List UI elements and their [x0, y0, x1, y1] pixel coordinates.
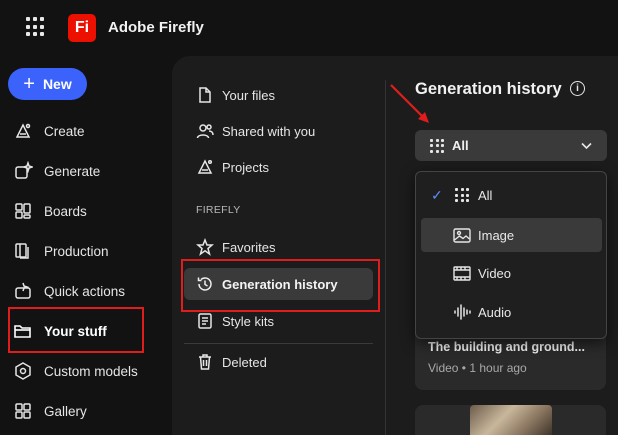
people-icon — [196, 122, 214, 140]
production-icon — [12, 240, 34, 262]
nav-item-label: Production — [44, 243, 109, 259]
filter-option-label: All — [478, 187, 493, 203]
app-title[interactable]: Adobe Firefly — [108, 19, 204, 36]
card-title: The building and ground... — [428, 340, 585, 354]
create-icon — [12, 120, 34, 142]
nav-item-label: Custom models — [44, 363, 138, 379]
card-thumbnail — [470, 405, 552, 435]
chevron-down-icon — [581, 142, 592, 150]
nav-item-custom-models[interactable]: Custom models — [12, 356, 138, 386]
filter-option-all[interactable]: ✓ All — [421, 178, 602, 212]
divider — [184, 343, 373, 344]
files-item-label: Shared with you — [222, 123, 316, 139]
files-item-favorites[interactable]: Favorites — [196, 233, 275, 261]
files-item-shared[interactable]: Shared with you — [196, 117, 315, 145]
filter-option-label: Video — [478, 265, 512, 281]
nav-item-label: Boards — [44, 203, 87, 219]
nav-item-quick-actions[interactable]: Quick actions — [12, 276, 125, 306]
filter-option-label: Audio — [478, 304, 512, 320]
boards-icon — [12, 200, 34, 222]
nav-item-create[interactable]: Create — [12, 116, 85, 146]
panel-divider — [385, 80, 386, 435]
files-item-label: Deleted — [222, 354, 267, 370]
files-item-label: Your files — [222, 87, 275, 103]
video-icon — [453, 265, 471, 281]
file-icon — [196, 86, 214, 104]
annotation-arrow — [390, 84, 429, 123]
files-item-label: Favorites — [222, 239, 276, 255]
files-item-style-kits[interactable]: Style kits — [196, 307, 274, 335]
filter-option-video[interactable]: Video — [421, 256, 602, 290]
plus-icon: + — [23, 73, 35, 95]
app-switcher-icon[interactable] — [26, 17, 46, 37]
quick-actions-icon — [12, 280, 34, 302]
grid-icon — [453, 187, 471, 203]
info-icon[interactable]: i — [570, 81, 585, 96]
image-icon — [453, 227, 471, 243]
filter-option-image[interactable]: Image — [421, 218, 602, 252]
files-item-label: Projects — [222, 159, 269, 175]
annotation-box-your-stuff — [8, 307, 144, 353]
style-kits-icon — [196, 312, 214, 330]
files-item-deleted[interactable]: Deleted — [196, 348, 267, 376]
new-button[interactable]: + New — [8, 68, 87, 100]
nav-item-generate[interactable]: Generate — [12, 156, 100, 186]
generate-icon — [12, 160, 34, 182]
files-item-label: Style kits — [222, 313, 275, 329]
filter-option-label: Image — [478, 227, 515, 243]
gallery-icon — [12, 400, 34, 422]
firefly-app: Fi Adobe Firefly + New Create Generate B… — [0, 0, 618, 435]
nav-item-label: Gallery — [44, 403, 87, 419]
filter-selected-value: All — [452, 138, 469, 153]
files-item-projects[interactable]: Projects — [196, 153, 269, 181]
grid-icon — [430, 138, 444, 153]
annotation-box-generation-history — [181, 259, 380, 312]
filter-option-audio[interactable]: Audio — [421, 295, 602, 329]
firefly-section-label: FIREFLY — [196, 204, 241, 216]
nav-item-boards[interactable]: Boards — [12, 196, 87, 226]
trash-icon — [196, 353, 214, 371]
files-item-your-files[interactable]: Your files — [196, 81, 275, 109]
new-button-label: New — [42, 76, 72, 92]
nav-item-label: Create — [44, 123, 85, 139]
star-icon — [196, 238, 214, 256]
nav-item-gallery[interactable]: Gallery — [12, 396, 87, 426]
firefly-logo[interactable]: Fi — [68, 14, 96, 42]
nav-item-label: Quick actions — [44, 283, 126, 299]
checkmark-icon: ✓ — [431, 186, 443, 203]
projects-icon — [196, 158, 214, 176]
audio-icon — [453, 304, 471, 320]
page-title: Generation history — [415, 80, 562, 98]
nav-item-label: Generate — [44, 163, 101, 179]
type-filter-dropdown[interactable]: All — [415, 130, 607, 161]
nav-item-production[interactable]: Production — [12, 236, 109, 266]
custom-models-icon — [12, 360, 34, 382]
top-bar: Fi Adobe Firefly — [0, 0, 618, 56]
card-meta: Video • 1 hour ago — [428, 361, 527, 375]
